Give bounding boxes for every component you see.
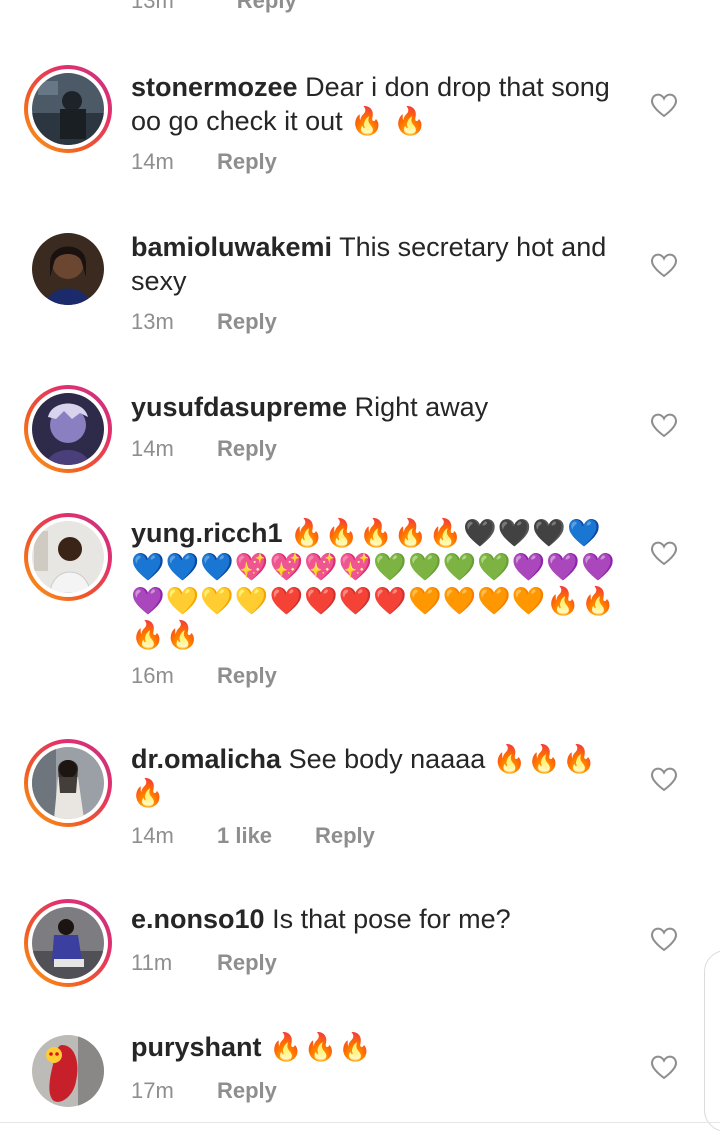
comment-time: 13m [131, 0, 174, 13]
comment-body: dr.omalicha See body naaaa 🔥🔥🔥🔥 [131, 742, 626, 810]
avatar-with-story-ring[interactable] [24, 65, 112, 153]
comment-body: e.nonso10 Is that pose for me? [131, 902, 626, 936]
reply-button[interactable]: Reply [217, 309, 277, 335]
like-heart-icon[interactable] [650, 540, 678, 566]
reply-button[interactable]: Reply [315, 823, 375, 849]
avatar-image [32, 1035, 104, 1107]
comment-username[interactable]: yusufdasupreme [131, 392, 347, 422]
comment-time: 14m [131, 149, 174, 174]
avatar [32, 521, 104, 593]
comment-time: 13m [131, 309, 174, 334]
like-heart-icon[interactable] [650, 92, 678, 118]
avatar [32, 393, 104, 465]
avatar-with-story-ring[interactable] [24, 513, 112, 601]
comment-body: puryshant 🔥🔥🔥 [131, 1030, 626, 1064]
comment-text: See body naaaa [288, 744, 486, 774]
reply-button[interactable]: Reply [217, 436, 277, 462]
edge-panel-handle[interactable] [704, 950, 720, 1132]
comment-username[interactable]: dr.omalicha [131, 744, 281, 774]
comment-time: 14m [131, 823, 174, 848]
comment-body: bamioluwakemi This secretary hot and sex… [131, 230, 626, 298]
reply-button[interactable]: Reply [217, 663, 277, 689]
like-heart-icon[interactable] [650, 412, 678, 438]
reply-button[interactable]: Reply [217, 1078, 277, 1104]
comment-emoji: 🔥🔥🔥 [269, 1032, 373, 1062]
divider [0, 1122, 720, 1123]
avatar [32, 73, 104, 145]
like-heart-icon[interactable] [650, 1054, 678, 1080]
like-heart-icon[interactable] [650, 766, 678, 792]
comment-meta: 17m Reply [131, 1076, 277, 1106]
like-heart-icon[interactable] [650, 252, 678, 278]
avatar[interactable] [24, 1027, 112, 1115]
avatar-with-story-ring[interactable] [24, 899, 112, 987]
comment-meta: 13m Reply [131, 307, 277, 337]
comment-text: Right away [354, 392, 489, 422]
reply-button[interactable]: Reply [217, 950, 277, 976]
comment-meta: 14m Reply [131, 434, 277, 464]
comment-username[interactable]: yung.ricch1 [131, 518, 283, 548]
comment-body: stonermozee Dear i don drop that song oo… [131, 70, 626, 138]
comment-body: yung.ricch1 🔥🔥🔥🔥🔥🖤🖤🖤💙💙💙💙💖💖💖💖💚💚💚💚💜💜💜💜💛💛💛❤… [131, 516, 626, 652]
comment-text: Is that pose for me? [272, 904, 511, 934]
reply-button[interactable]: Reply [217, 149, 277, 175]
comment-username[interactable]: puryshant [131, 1032, 262, 1062]
comment-emoji: 🔥 🔥 [350, 106, 428, 136]
avatar-with-story-ring[interactable] [24, 385, 112, 473]
comment-meta: 14m Reply [131, 147, 277, 177]
avatar [32, 747, 104, 819]
reply-button[interactable]: Reply [237, 0, 297, 14]
avatar-image [32, 233, 104, 305]
comment-time: 14m [131, 436, 174, 461]
comment-body: yusufdasupreme Right away [131, 390, 626, 424]
comment-meta: 14m 1 like Reply [131, 821, 375, 851]
likes-count[interactable]: 1 like [217, 823, 315, 849]
comment-username[interactable]: stonermozee [131, 72, 298, 102]
comment-meta: 16m Reply [131, 661, 277, 691]
avatar [32, 907, 104, 979]
previous-comment-meta: 13m Reply [131, 0, 297, 16]
avatar[interactable] [24, 225, 112, 313]
comment-time: 16m [131, 663, 174, 688]
comment-username[interactable]: e.nonso10 [131, 904, 265, 934]
like-heart-icon[interactable] [650, 926, 678, 952]
comment-time: 17m [131, 1078, 174, 1103]
comment-meta: 11m Reply [131, 948, 277, 978]
comment-time: 11m [131, 950, 173, 975]
comment-username[interactable]: bamioluwakemi [131, 232, 332, 262]
avatar-with-story-ring[interactable] [24, 739, 112, 827]
